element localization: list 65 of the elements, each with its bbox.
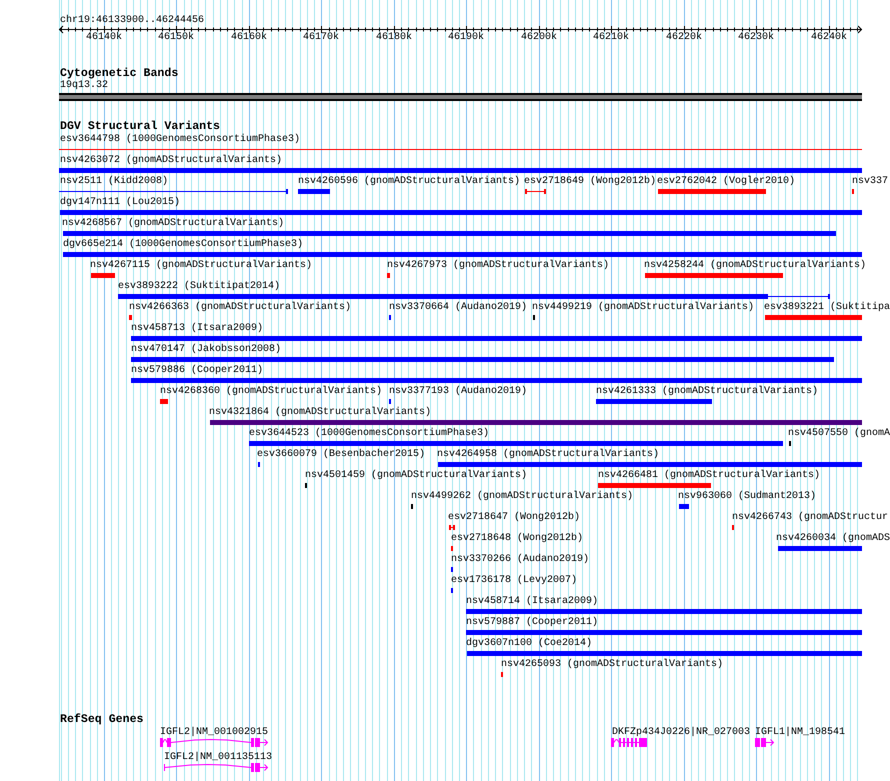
tick-label: 46210k (593, 31, 629, 44)
variant-label: esv2718648 (Wong2012b) (451, 532, 584, 545)
variant-label: nsv458713 (Itsara2009) (131, 322, 264, 335)
track-title: DGV Structural Variants (60, 121, 220, 133)
variant-label: esv2718649 (Wong2012b) (524, 175, 656, 188)
variant-label: nsv4507550 (gnomA (788, 427, 890, 440)
tick-label: 46240k (811, 31, 847, 44)
tick-label: 46170k (303, 31, 339, 44)
variant-label: nsv4260596 (gnomADStructuralVariants) (298, 175, 520, 188)
variant-label: nsv4321864 (gnomADStructuralVariants) (209, 406, 432, 419)
variant-label: nsv337 (852, 175, 888, 188)
tick-label: 46180k (376, 31, 412, 44)
variant-label: nsv4501459 (gnomADStructuralVariants) (305, 469, 528, 482)
tick-label: 46160k (231, 31, 267, 44)
gene-label: IGFL2|NM_001002915 (160, 726, 268, 739)
variant-label: esv1736178 (Levy2007) (451, 574, 578, 587)
tick-label: 46150k (158, 31, 194, 44)
variant-label: nsv458714 (Itsara2009) (466, 595, 598, 608)
tick-label: 46190k (448, 31, 484, 44)
location-label: chr19:46133900..46244456 (60, 14, 204, 27)
variant-label: esv2762042 (Vogler2010) (657, 175, 796, 188)
variant-label: nsv4267115 (gnomADStructuralVariants) (90, 259, 312, 272)
gene-label: IGFL2|NM_001135113 (164, 751, 272, 764)
variant-label: esv3893222 (Suktitipat2014) (118, 280, 280, 293)
variant-label: esv3893221 (Suktitipa (764, 301, 890, 314)
variant-label: nsv4266363 (gnomADStructuralVariants) (129, 301, 352, 314)
variant-label: nsv4264958 (gnomADStructuralVariants) (437, 448, 660, 461)
variant-label: nsv4266481 (gnomADStructuralVariants) (598, 469, 820, 482)
variant-label: nsv963060 (Sudmant2013) (678, 490, 816, 503)
variant-label: nsv579887 (Cooper2011) (466, 616, 598, 629)
variant-label: esv3660079 (Besenbacher2015) (257, 448, 426, 461)
tick-label: 46200k (521, 31, 557, 44)
variant-label: nsv4267973 (gnomADStructuralVariants) (387, 259, 610, 272)
variant-label: nsv4261333 (gnomADStructuralVariants) (596, 385, 818, 398)
variant-label: nsv3370664 (Audano2019) (389, 301, 528, 314)
tick-label: 46230k (738, 31, 774, 44)
variant-label: nsv2511 (Kidd2008) (60, 175, 168, 188)
variant-label: nsv4268360 (gnomADStructuralVariants) (160, 385, 382, 398)
variant-label: nsv4499219 (gnomADStructuralVariants) (532, 301, 754, 314)
tick-label: 46220k (666, 31, 702, 44)
variant-label: nsv4499262 (gnomADStructuralVariants) (411, 490, 634, 503)
variant-label: nsv470147 (Jakobsson2008) (131, 343, 282, 356)
tick-label: 46140k (86, 31, 122, 44)
track-title: RefSeq Genes (60, 714, 144, 726)
variant-label: nsv4258244 (gnomADStructuralVariants) (644, 259, 866, 272)
variant-label: dgv3607n100 (Coe2014) (466, 637, 592, 650)
variant-label: esv3644798 (1000GenomesConsortiumPhase3) (60, 133, 300, 146)
variant-label: dgv665e214 (1000GenomesConsortiumPhase3) (63, 238, 304, 251)
variant-label: nsv579886 (Cooper2011) (131, 364, 264, 377)
variant-label: nsv4260034 (gnomADS (776, 532, 890, 545)
gene-label: DKFZp434J0226|NR_027003 (612, 726, 750, 739)
variant-label: nsv3377193 (Audano2019) (389, 385, 528, 398)
gene-model (755, 737, 774, 748)
variant-label: nsv3370266 (Audano2019) (451, 553, 590, 566)
variant-label: dgv147n111 (Lou2015) (60, 196, 180, 209)
variant-label: nsv4266743 (gnomADStructur (732, 511, 888, 524)
band-label: 19q13.32 (60, 80, 108, 92)
variant-label: esv3644523 (1000GenomesConsortiumPhase3) (249, 427, 490, 440)
gene-label: IGFL1|NM_198541 (755, 726, 846, 739)
variant-label: nsv4268567 (gnomADStructuralVariants) (62, 217, 284, 230)
variant-label: esv2718647 (Wong2012b) (448, 511, 580, 524)
variant-label: nsv4263072 (gnomADStructuralVariants) (60, 154, 282, 167)
variant-label: nsv4265093 (gnomADStructuralVariants) (501, 658, 724, 671)
gene-model (611, 737, 647, 748)
track-title: Cytogenetic Bands (60, 67, 178, 80)
